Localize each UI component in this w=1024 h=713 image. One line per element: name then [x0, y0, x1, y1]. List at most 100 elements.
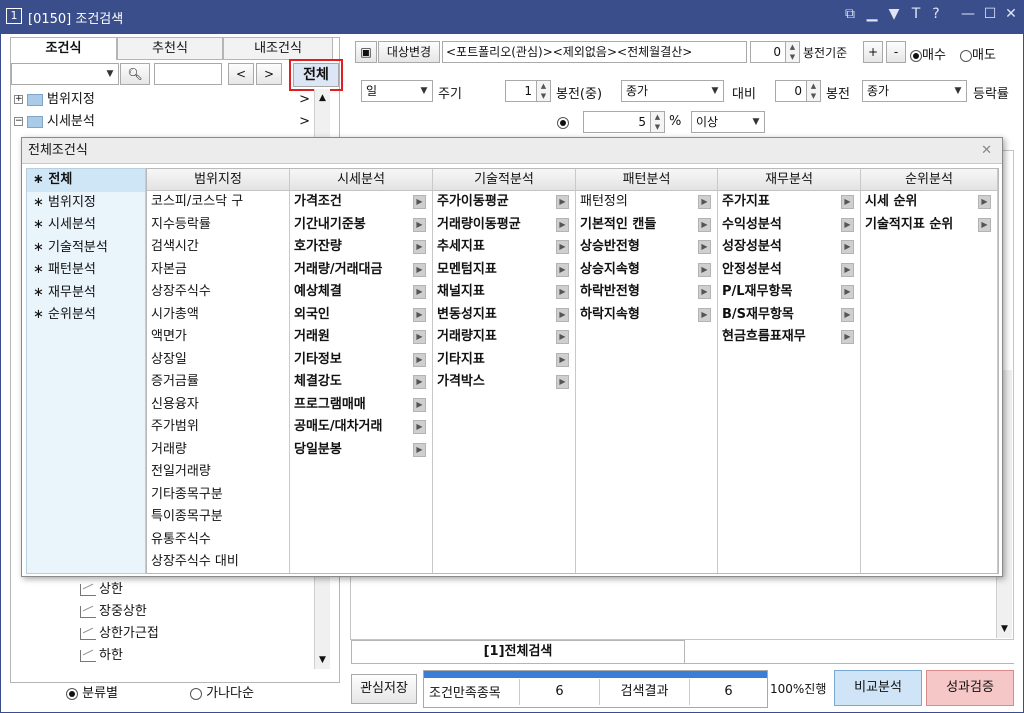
condition-item[interactable]: 기타종목구분: [147, 484, 289, 507]
expand-arrow-icon[interactable]: ▶: [413, 285, 426, 299]
tree-item-range[interactable]: + 범위지정 >: [14, 89, 314, 111]
condition-item[interactable]: 패턴정의 ▶: [576, 191, 717, 214]
period-select[interactable]: 일 ▼: [361, 80, 433, 102]
tree-item-price-analysis[interactable]: − 시세분석 >: [14, 111, 314, 133]
condition-item[interactable]: 하락반전형 ▶: [576, 281, 717, 304]
condition-item[interactable]: 상장주식수: [147, 281, 289, 304]
condition-item[interactable]: 전일거래량: [147, 461, 289, 484]
close-icon[interactable]: ✕: [1001, 6, 1021, 22]
condition-item[interactable]: 코스피/코스닥 구: [147, 191, 289, 214]
expand-arrow-icon[interactable]: ▶: [841, 330, 854, 344]
expand-arrow-icon[interactable]: ▶: [841, 307, 854, 322]
above-select[interactable]: 이상 ▼: [691, 111, 765, 133]
bong-mid-stepper[interactable]: 1 ▲ ▼: [505, 80, 551, 102]
expand-arrow-icon[interactable]: ▶: [698, 240, 711, 254]
tab-condition[interactable]: 조건식: [10, 37, 117, 60]
target-field[interactable]: <포트폴리오(관심)><제외없음><전체월결산>: [442, 41, 747, 63]
condition-item[interactable]: 신용융자: [147, 394, 289, 417]
sort-by-category[interactable]: 분류별: [66, 682, 118, 701]
tab-all-search[interactable]: [1]전체검색: [351, 640, 685, 664]
expand-arrow-icon[interactable]: ▶: [841, 217, 854, 232]
expand-arrow-icon[interactable]: ▶: [413, 352, 426, 367]
prev-button[interactable]: <: [228, 63, 254, 85]
scroll-down-icon[interactable]: ▼: [315, 651, 330, 669]
restore-icon[interactable]: ⧉: [840, 6, 860, 22]
expand-arrow-icon[interactable]: ▶: [556, 217, 569, 232]
price-select[interactable]: 종가 ▼: [621, 80, 724, 102]
expand-arrow-icon[interactable]: ▶: [413, 240, 426, 254]
condition-item[interactable]: 거래량지표 ▶: [433, 326, 575, 349]
sort-by-name[interactable]: 가나다순: [190, 682, 254, 701]
condition-item[interactable]: 상승지속형 ▶: [576, 259, 717, 282]
condition-item[interactable]: P/L재무항목 ▶: [718, 281, 860, 304]
condition-item[interactable]: 거래량/거래대금 ▶: [290, 259, 432, 282]
expand-arrow-icon[interactable]: ▶: [556, 352, 569, 367]
condition-item[interactable]: 공매도/대차거래 ▶: [290, 416, 432, 439]
condition-item[interactable]: 상장일: [147, 349, 289, 372]
expand-arrow-icon[interactable]: ▶: [413, 262, 426, 277]
pin-icon[interactable]: ▼: [884, 6, 904, 22]
search-button[interactable]: 🔍︎: [120, 63, 150, 85]
all-conditions-button[interactable]: 전체: [293, 63, 339, 87]
plus-button[interactable]: +: [863, 41, 883, 63]
text-icon[interactable]: T: [906, 6, 926, 22]
expand-arrow-icon[interactable]: ▶: [413, 330, 426, 344]
window-minimize-icon[interactable]: —: [958, 6, 978, 22]
list-item[interactable]: 상한: [80, 579, 310, 601]
condition-combo[interactable]: ▼: [11, 63, 119, 85]
bong2-stepper[interactable]: 0 ▲ ▼: [775, 80, 821, 102]
condition-item[interactable]: 유통주식수: [147, 529, 289, 552]
expand-arrow-icon[interactable]: ▶: [698, 262, 711, 277]
condition-item[interactable]: 상승반전형 ▶: [576, 236, 717, 259]
next-button[interactable]: >: [256, 63, 282, 85]
category-financial[interactable]: ∗ 재무분석: [27, 282, 145, 305]
condition-item[interactable]: 추세지표 ▶: [433, 236, 575, 259]
expand-arrow-icon[interactable]: ▶: [698, 217, 711, 232]
condition-item[interactable]: 당일분봉 ▶: [290, 439, 432, 462]
save-interest-button[interactable]: 관심저장: [351, 674, 417, 704]
condition-item[interactable]: 기본적인 캔들 ▶: [576, 214, 717, 237]
category-price[interactable]: ∗ 시세분석: [27, 214, 145, 237]
condition-item[interactable]: 현금흐름표재무 ▶: [718, 326, 860, 349]
condition-item[interactable]: 수익성분석 ▶: [718, 214, 860, 237]
expand-arrow-icon[interactable]: ▶: [978, 217, 991, 232]
maximize-icon[interactable]: ☐: [980, 6, 1000, 22]
expand-arrow-icon[interactable]: ▶: [556, 330, 569, 344]
expand-arrow-icon[interactable]: ▶: [413, 420, 426, 434]
list-item[interactable]: 하한: [80, 645, 310, 667]
condition-item[interactable]: 상장주식수 대비: [147, 551, 289, 574]
expand-arrow-icon[interactable]: ▶: [413, 307, 426, 322]
category-ranking[interactable]: ∗ 순위분석: [27, 304, 145, 327]
expand-arrow-icon[interactable]: ▶: [841, 285, 854, 299]
minimize-icon[interactable]: ▁: [862, 6, 882, 22]
expand-arrow-icon[interactable]: ▶: [556, 240, 569, 254]
condition-item[interactable]: 증거금률: [147, 371, 289, 394]
condition-item[interactable]: 주가이동평균 ▶: [433, 191, 575, 214]
condition-item[interactable]: 변동성지표 ▶: [433, 304, 575, 327]
spin-icon[interactable]: ▲ ▼: [806, 81, 820, 101]
category-range[interactable]: ∗ 범위지정: [27, 192, 145, 215]
expand-arrow-icon[interactable]: ▶: [413, 442, 426, 457]
buy-radio[interactable]: 매수: [910, 44, 946, 63]
condition-item[interactable]: 체결강도 ▶: [290, 371, 432, 394]
expand-arrow-icon[interactable]: ▶: [556, 375, 569, 389]
condition-item[interactable]: 기타지표 ▶: [433, 349, 575, 372]
expand-arrow-icon[interactable]: ▶: [698, 307, 711, 322]
expand-arrow-icon[interactable]: ▶: [698, 195, 711, 209]
condition-item[interactable]: 특이종목구분: [147, 506, 289, 529]
price2-select[interactable]: 종가 ▼: [862, 80, 967, 102]
sell-radio[interactable]: 매도: [960, 44, 996, 63]
expand-arrow-icon[interactable]: ▶: [413, 397, 426, 412]
pct-radio[interactable]: [557, 115, 569, 130]
condition-item[interactable]: 거래원 ▶: [290, 326, 432, 349]
condition-item[interactable]: 주가지표 ▶: [718, 191, 860, 214]
condition-item[interactable]: 자본금: [147, 259, 289, 282]
condition-item[interactable]: B/S재무항목 ▶: [718, 304, 860, 327]
expand-arrow-icon[interactable]: ▶: [556, 285, 569, 299]
expand-arrow-icon[interactable]: ▶: [841, 240, 854, 254]
search-input[interactable]: [154, 63, 222, 85]
condition-item[interactable]: 검색시간: [147, 236, 289, 259]
expand-arrow-icon[interactable]: ▶: [413, 217, 426, 232]
tab-my-condition[interactable]: 내조건식: [223, 37, 333, 60]
expand-arrow-icon[interactable]: ▶: [413, 375, 426, 389]
